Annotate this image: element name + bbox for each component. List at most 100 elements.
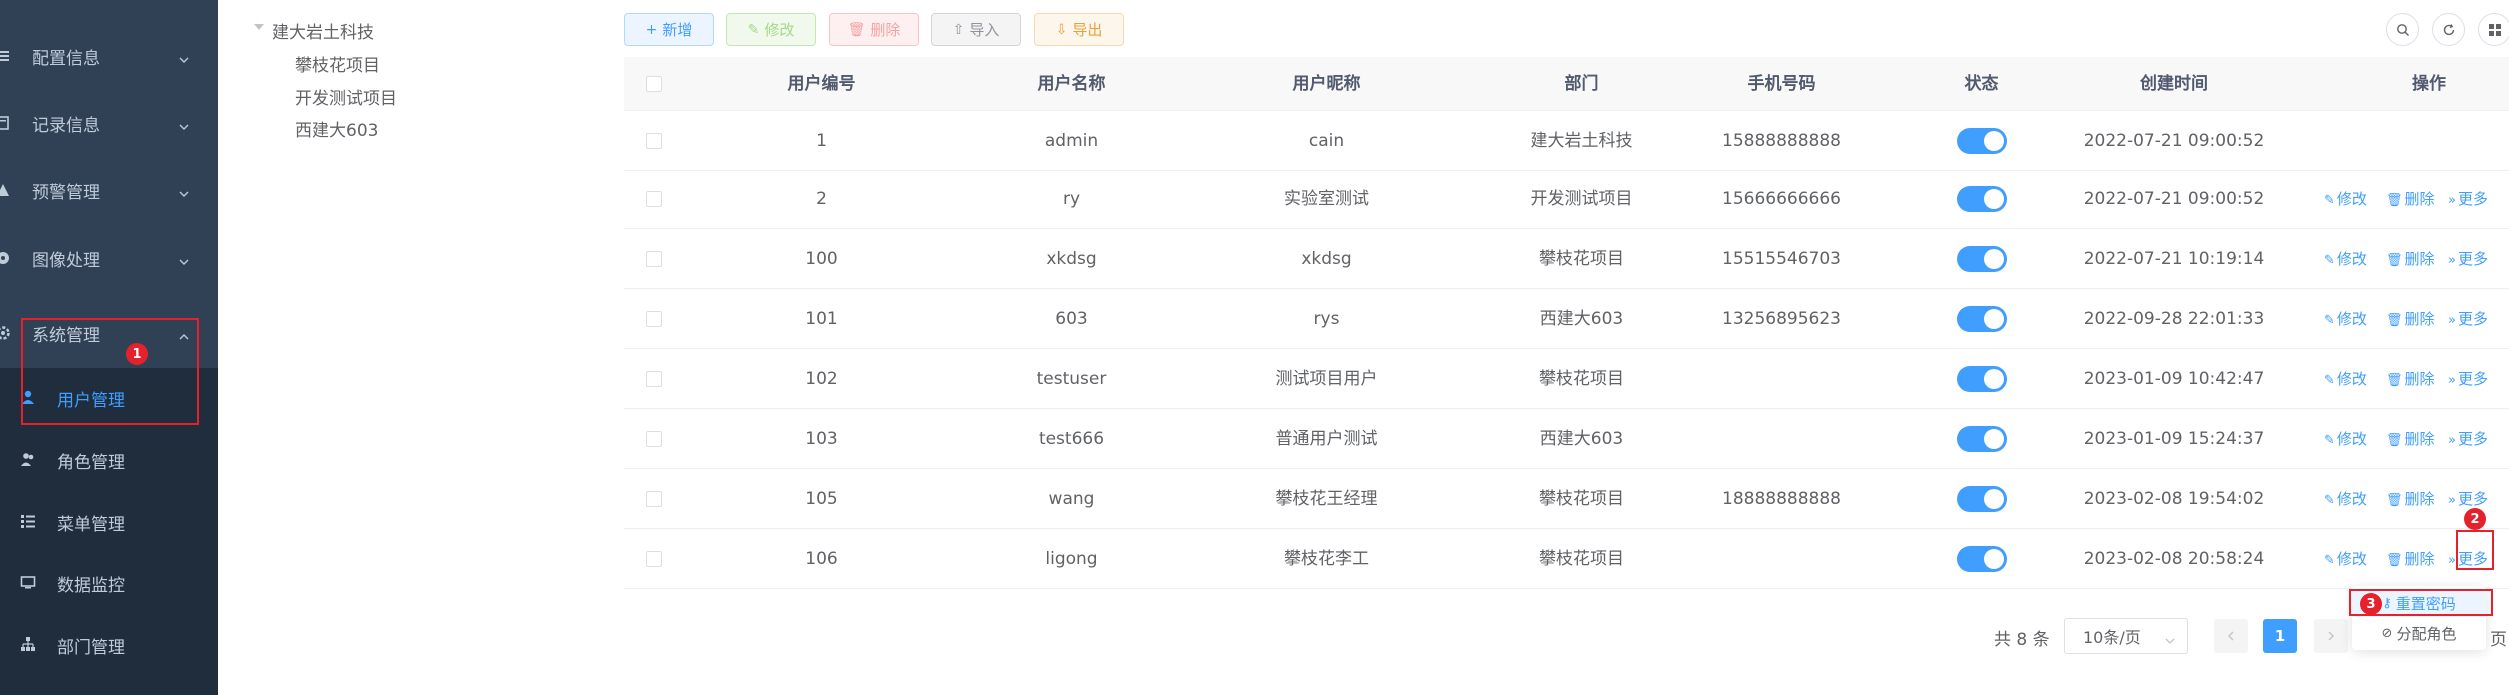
row-more-button[interactable]: » 更多 <box>2448 229 2488 289</box>
import-button[interactable]: ⇧ 导入 <box>931 13 1021 46</box>
sidebar-item-label: 配置信息 <box>32 48 100 69</box>
edit-button[interactable]: ✎ 修改 <box>726 13 816 46</box>
next-page-button[interactable] <box>2314 619 2348 653</box>
sidebar-item-config[interactable]: 配置信息 <box>0 32 218 80</box>
chevron-down-icon <box>178 51 189 63</box>
trash-icon: 🗑 <box>2386 193 2403 208</box>
status-toggle[interactable] <box>1957 366 2007 392</box>
row-more-label: 更多 <box>2457 190 2488 208</box>
status-toggle[interactable] <box>1957 128 2007 154</box>
sidebar-item-menu-management[interactable]: 菜单管理 <box>0 492 218 552</box>
prev-page-button[interactable] <box>2214 619 2248 653</box>
row-checkbox[interactable] <box>646 491 662 507</box>
row-checkbox[interactable] <box>646 251 662 267</box>
sidebar-item-role-management[interactable]: 角色管理 <box>0 430 218 490</box>
cell-id: 106 <box>805 549 838 569</box>
trash-icon: 🗑 <box>2386 553 2403 568</box>
cell-nick: 攀枝花李工 <box>1284 549 1369 569</box>
row-delete-label: 删除 <box>2404 310 2435 328</box>
row-delete-button[interactable]: 🗑 删除 <box>2386 229 2435 289</box>
table-header: 用户编号 用户名称 用户昵称 部门 手机号码 状态 创建时间 操作 <box>624 57 2509 111</box>
pencil-icon: ✎ <box>2324 313 2335 328</box>
status-toggle[interactable] <box>1957 486 2007 512</box>
monitor-icon <box>19 573 37 591</box>
row-edit-button[interactable]: ✎ 修改 <box>2324 349 2367 409</box>
row-more-button[interactable]: » 更多 <box>2448 409 2488 469</box>
row-edit-button[interactable]: ✎ 修改 <box>2324 529 2367 589</box>
row-delete-button[interactable]: 🗑 删除 <box>2386 529 2435 589</box>
sidebar-item-dept-management[interactable]: 部门管理 <box>0 615 218 675</box>
assign-role-menu-item[interactable]: ⊘ 分配角色 <box>2352 619 2486 647</box>
pencil-icon: ✎ <box>2324 433 2335 448</box>
cell-nick: rys <box>1313 309 1340 329</box>
sidebar-item-data-monitor[interactable]: 数据监控 <box>0 553 218 613</box>
row-checkbox[interactable] <box>646 551 662 567</box>
row-checkbox[interactable] <box>646 191 662 207</box>
select-all-checkbox[interactable] <box>646 76 662 92</box>
column-header[interactable]: 状态 <box>1904 57 2059 111</box>
row-checkbox[interactable] <box>646 133 662 149</box>
row-delete-label: 删除 <box>2404 550 2435 568</box>
column-header: 操作 <box>2412 74 2446 94</box>
page-number-button[interactable]: 1 <box>2263 619 2297 653</box>
tree-node[interactable]: 开发测试项目 <box>295 84 397 109</box>
row-checkbox[interactable] <box>646 371 662 387</box>
row-more-label: 更多 <box>2457 430 2488 448</box>
status-toggle[interactable] <box>1957 426 2007 452</box>
row-edit-button[interactable]: ✎ 修改 <box>2324 229 2367 289</box>
row-more-button[interactable]: » 更多 <box>2448 289 2488 349</box>
status-toggle[interactable] <box>1957 186 2007 212</box>
row-checkbox[interactable] <box>646 431 662 447</box>
tree-node[interactable]: 攀枝花项目 <box>295 51 380 76</box>
export-button[interactable]: ⇩ 导出 <box>1034 13 1124 46</box>
row-edit-button[interactable]: ✎ 修改 <box>2324 289 2367 349</box>
cell-time: 2022-07-21 09:00:52 <box>2083 189 2265 209</box>
row-more-label: 更多 <box>2457 370 2488 388</box>
column-header[interactable]: 手机号码 <box>1704 57 1859 111</box>
tree-expand-caret-icon[interactable] <box>254 24 264 30</box>
page-size-select[interactable]: 10条/页 <box>2064 618 2188 654</box>
row-edit-button[interactable]: ✎ 修改 <box>2324 409 2367 469</box>
sidebar-item-image[interactable]: 图像处理 <box>0 234 218 282</box>
columns-button[interactable] <box>2478 13 2509 46</box>
pencil-icon: ✎ <box>2324 193 2335 208</box>
row-more-button[interactable]: » 更多 <box>2448 349 2488 409</box>
row-delete-button[interactable]: 🗑 删除 <box>2386 349 2435 409</box>
cell-id: 100 <box>805 249 838 269</box>
row-checkbox[interactable] <box>646 311 662 327</box>
row-more-button[interactable]: » 更多 <box>2448 169 2488 229</box>
row-delete-button[interactable]: 🗑 删除 <box>2386 409 2435 469</box>
sidebar-item-alerts[interactable]: 预警管理 <box>0 166 218 214</box>
row-edit-button[interactable]: ✎ 修改 <box>2324 169 2367 229</box>
pencil-icon: ✎ <box>2324 253 2335 268</box>
cell-id: 1 <box>816 131 827 151</box>
tree-node-root[interactable]: 建大岩土科技 <box>272 18 374 43</box>
row-delete-button[interactable]: 🗑 删除 <box>2386 169 2435 229</box>
column-header[interactable]: 用户名称 <box>994 57 1149 111</box>
sidebar-item-records[interactable]: 记录信息 <box>0 99 218 147</box>
delete-button[interactable]: 🗑 删除 <box>829 13 919 46</box>
search-toggle-button[interactable] <box>2386 13 2419 46</box>
row-delete-button[interactable]: 🗑 删除 <box>2386 469 2435 529</box>
column-header[interactable]: 用户昵称 <box>1249 57 1404 111</box>
tree-node[interactable]: 西建大603 <box>295 116 378 141</box>
trash-icon: 🗑 <box>847 21 866 38</box>
row-edit-button[interactable]: ✎ 修改 <box>2324 469 2367 529</box>
sidebar-item-label: 预警管理 <box>32 182 100 203</box>
column-header[interactable]: 用户编号 <box>744 57 899 111</box>
status-toggle[interactable] <box>1957 246 2007 272</box>
annotation-box-1 <box>21 318 199 425</box>
app-root: 配置信息 记录信息 预警管理 图像处理 系统管理 用户管理 角色管理 菜单管理 … <box>0 0 2509 695</box>
add-button[interactable]: + 新增 <box>624 13 714 46</box>
status-toggle[interactable] <box>1957 546 2007 572</box>
plus-icon: + <box>645 21 658 38</box>
column-header[interactable]: 部门 <box>1504 57 1659 111</box>
refresh-button[interactable] <box>2432 13 2465 46</box>
row-delete-button[interactable]: 🗑 删除 <box>2386 289 2435 349</box>
chevron-down-icon <box>2165 631 2175 644</box>
import-button-label: 导入 <box>969 21 1000 39</box>
status-toggle[interactable] <box>1957 306 2007 332</box>
cell-nick: cain <box>1308 131 1345 151</box>
chevron-down-icon <box>178 185 189 197</box>
column-header[interactable]: 创建时间 <box>2074 57 2274 111</box>
